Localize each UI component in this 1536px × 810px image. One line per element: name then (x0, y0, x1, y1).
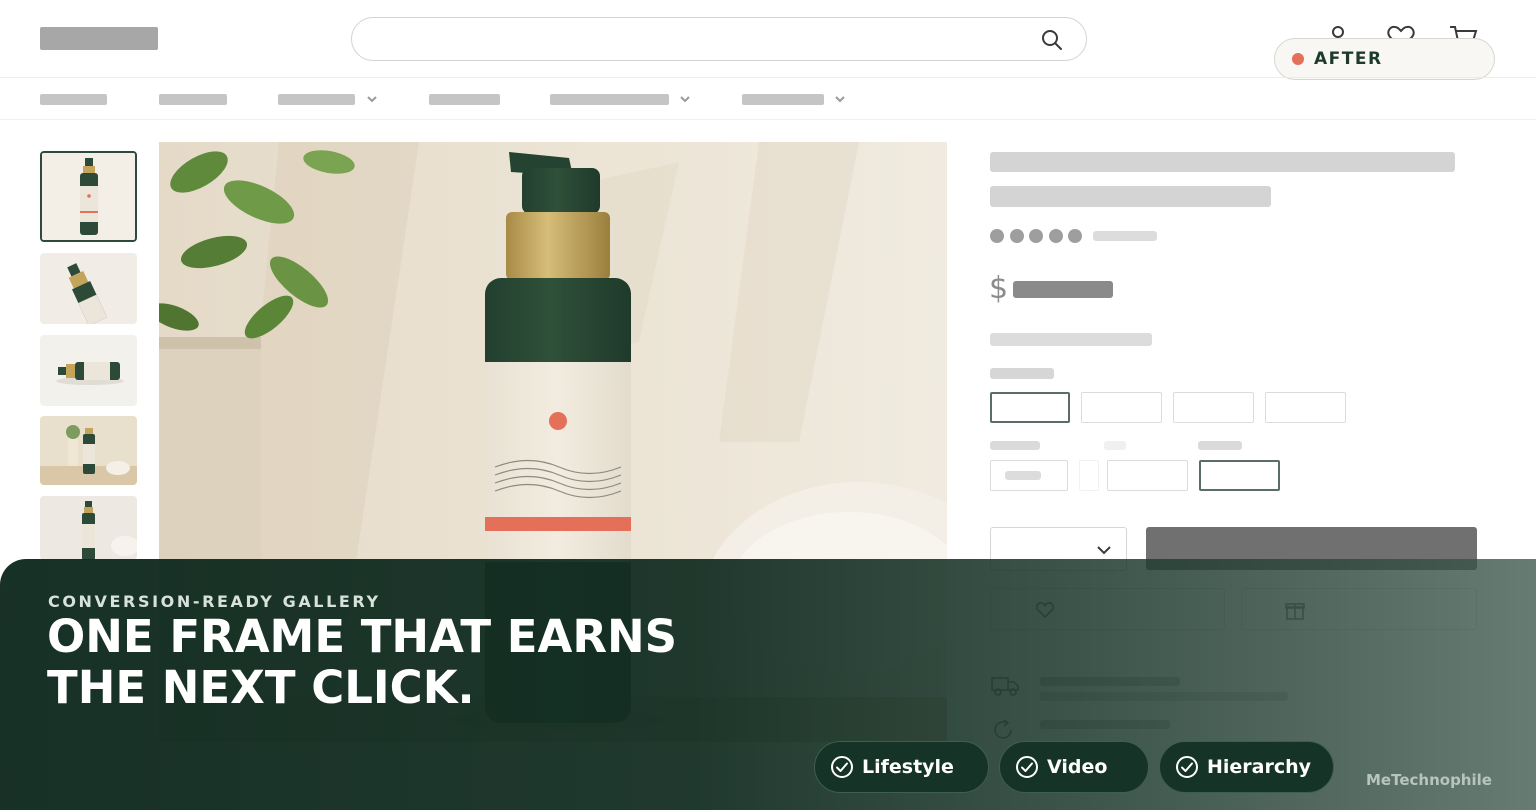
overlay-headline: ONE FRAME THAT EARNS THE NEXT CLICK. (47, 611, 767, 713)
chip-label: Lifestyle (862, 756, 954, 778)
headline-line-2: THE NEXT CLICK. (47, 661, 475, 714)
option-label-variant-3 (1198, 441, 1242, 450)
chevron-down-icon[interactable] (678, 92, 692, 106)
chip-hierarchy: Hierarchy (1159, 741, 1334, 793)
option-label-size (990, 368, 1054, 379)
rating-star-2 (1010, 229, 1024, 243)
product-title-line-2 (990, 186, 1271, 207)
overlay-eyebrow: CONVERSION-READY GALLERY (48, 592, 381, 611)
nav-item-4[interactable] (429, 94, 500, 105)
thumbnail-bottle-tilted[interactable] (40, 253, 137, 324)
chip-lifestyle: Lifestyle (814, 741, 989, 793)
size-option-1[interactable] (990, 392, 1070, 423)
variant-option-1[interactable] (990, 460, 1068, 491)
variant-option-1-text (1005, 471, 1041, 480)
product-title-line-1 (990, 152, 1455, 172)
chip-video: Video (999, 741, 1149, 793)
variant-option-4[interactable] (1199, 460, 1280, 491)
after-badge: AFTER (1274, 38, 1495, 80)
nav-item-2[interactable] (159, 94, 227, 105)
chevron-down-icon[interactable] (365, 92, 379, 106)
rating-star-4 (1049, 229, 1063, 243)
thumbnail-bottle-with-towel[interactable] (40, 496, 137, 560)
option-label-variant-1 (990, 441, 1040, 450)
chevron-down-icon (1097, 546, 1111, 555)
option-label-variant-2 (1104, 441, 1126, 450)
review-count[interactable] (1093, 231, 1157, 241)
search-input[interactable] (372, 28, 1012, 52)
thumbnail-bottle-lying[interactable] (40, 335, 137, 406)
chevron-down-icon[interactable] (833, 92, 847, 106)
product-subtitle (990, 333, 1152, 346)
store-logo[interactable] (40, 27, 158, 50)
thumbnail-bottle-front[interactable] (40, 151, 137, 242)
rating-star-5 (1068, 229, 1082, 243)
rating-star-3 (1029, 229, 1043, 243)
chip-label: Hierarchy (1207, 756, 1312, 778)
check-circle-icon (1016, 756, 1038, 778)
headline-line-1: ONE FRAME THAT EARNS (47, 610, 678, 663)
product-page: AFTER $ CONVERSION-READY GALLERY ONE FRA… (0, 0, 1536, 810)
search-icon[interactable] (1040, 28, 1064, 52)
variant-option-3[interactable] (1107, 460, 1188, 491)
search-bar[interactable] (351, 17, 1087, 61)
chip-label: Video (1047, 756, 1108, 778)
size-option-2[interactable] (1081, 392, 1162, 423)
check-circle-icon (1176, 756, 1198, 778)
price-currency: $ (989, 271, 1009, 306)
nav-item-3[interactable] (278, 94, 355, 105)
nav-divider (0, 119, 1536, 120)
thumbnail-lifestyle-shelf[interactable] (40, 416, 137, 485)
price-value (1013, 281, 1113, 298)
rating-star-1 (990, 229, 1004, 243)
after-badge-label: AFTER (1314, 49, 1383, 69)
nav-item-6[interactable] (742, 94, 824, 105)
nav-item-1[interactable] (40, 94, 107, 105)
nav-item-5[interactable] (550, 94, 669, 105)
size-option-3[interactable] (1173, 392, 1254, 423)
status-dot (1292, 53, 1304, 65)
header-divider (0, 77, 1536, 78)
size-option-4[interactable] (1265, 392, 1346, 423)
check-circle-icon (831, 756, 853, 778)
watermark: MeTechnophile (1366, 771, 1492, 789)
variant-option-2[interactable] (1079, 460, 1099, 491)
